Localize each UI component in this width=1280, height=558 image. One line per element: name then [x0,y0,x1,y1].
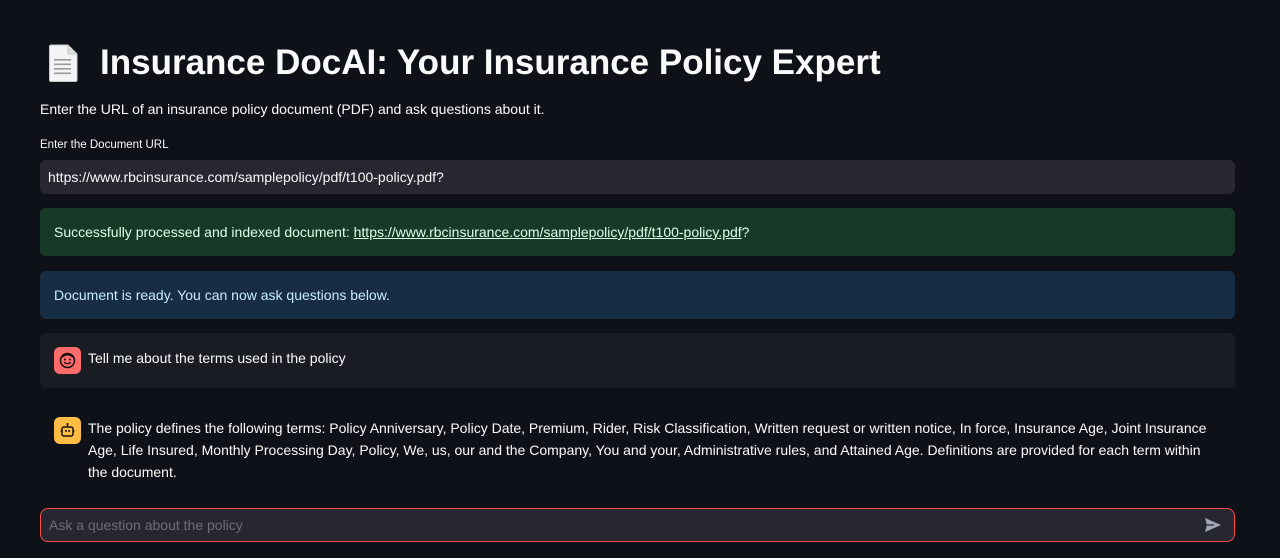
app-page: Insurance DocAI: Your Insurance Policy E… [0,0,1280,558]
chat-message-assistant: The policy defines the following terms: … [40,406,1235,482]
page-facing-up-icon [48,44,78,82]
page-title: Insurance DocAI: Your Insurance Policy E… [100,43,881,82]
info-alert-text: Document is ready. You can now ask quest… [54,287,390,303]
user-face-icon [54,347,81,374]
success-alert: Successfully processed and indexed docum… [40,208,1235,256]
page-header: Insurance DocAI: Your Insurance Policy E… [48,40,881,86]
chat-input[interactable] [41,509,1198,541]
assistant-message-text: The policy defines the following terms: … [88,420,1207,480]
url-field-label: Enter the Document URL [40,139,169,151]
document-link[interactable]: https://www.rbcinsurance.com/samplepolic… [354,224,742,240]
document-url-input[interactable] [40,160,1235,194]
chat-input-container [40,508,1235,542]
info-alert: Document is ready. You can now ask quest… [40,271,1235,319]
intro-text: Enter the URL of an insurance policy doc… [40,101,545,117]
send-icon[interactable] [1198,510,1228,540]
robot-icon [54,417,81,444]
user-message-text: Tell me about the terms used in the poli… [88,350,346,366]
chat-message-user: Tell me about the terms used in the poli… [40,333,1235,388]
success-alert-suffix: ? [741,224,750,240]
success-alert-text: Successfully processed and indexed docum… [54,224,354,240]
